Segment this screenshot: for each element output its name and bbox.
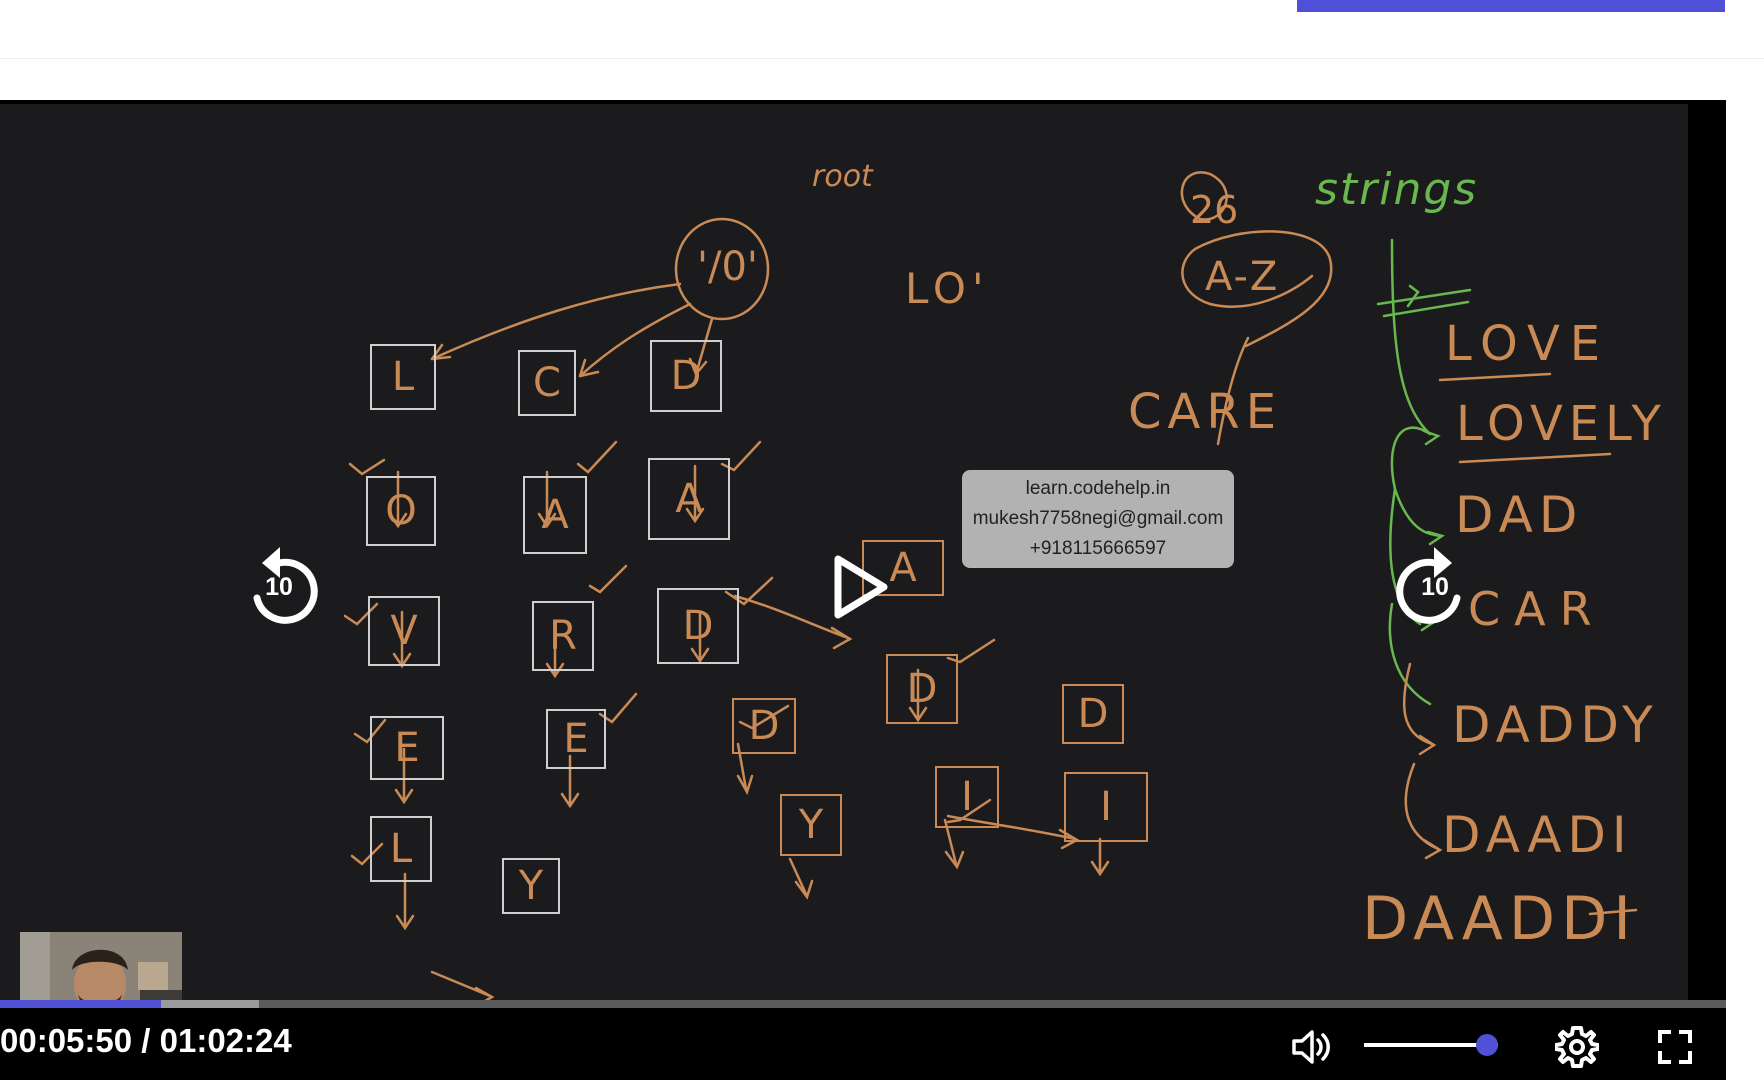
trie-node-box: O: [366, 476, 436, 546]
count-note: 26: [1190, 188, 1239, 232]
top-bar: [0, 0, 1764, 59]
fullscreen-icon[interactable]: [1657, 1029, 1693, 1065]
word-list-item: LOVE: [1445, 316, 1611, 372]
heading-strings: strings: [1315, 164, 1479, 215]
trie-node-box: Y: [502, 858, 560, 914]
trie-node-box: A: [523, 476, 587, 554]
trie-node-letter: D: [748, 703, 780, 749]
trie-node-letter: Y: [518, 863, 544, 909]
volume-icon[interactable]: [1290, 1026, 1332, 1068]
trie-node-box: I: [1064, 772, 1148, 842]
rewind-10-label: 10: [265, 573, 293, 601]
trie-node-letter: Y: [798, 802, 824, 848]
partial-word: LO': [905, 264, 990, 313]
trie-node-box: D: [886, 654, 958, 724]
seek-bar-played: [0, 1000, 161, 1008]
trie-node-box: C: [518, 350, 576, 416]
trie-node-letter: O: [385, 488, 417, 534]
trie-node-box: I: [935, 766, 999, 828]
watermark-line: +918115666597: [1029, 538, 1167, 559]
play-icon[interactable]: [832, 553, 890, 621]
trie-node-box: L: [370, 816, 432, 882]
trie-node-letter: D: [906, 666, 938, 712]
rewind-10-button[interactable]: 10: [240, 542, 318, 624]
root-note: root: [812, 159, 873, 194]
range-note: A-Z: [1205, 254, 1280, 300]
current-time: 00:05:50: [0, 1022, 133, 1059]
trie-node-box: R: [532, 601, 594, 671]
trie-node-letter: L: [391, 354, 415, 400]
word-list-item: DAADI: [1442, 806, 1633, 864]
watermark-line: learn.codehelp.in: [1025, 478, 1171, 499]
trie-node-letter: R: [549, 613, 577, 659]
word-list-item: DAD: [1455, 486, 1584, 544]
top-accent-button[interactable]: [1297, 0, 1725, 12]
root-label: '/0': [697, 244, 758, 290]
gear-icon[interactable]: [1555, 1025, 1599, 1069]
trie-node-letter: D: [682, 603, 714, 649]
trie-node-letter: A: [675, 476, 703, 522]
forward-10-button[interactable]: 10: [1396, 542, 1474, 624]
time-display: 00:05:50 / 01:02:24: [0, 1022, 292, 1060]
trie-node-box: A: [648, 458, 730, 540]
extra-word: CARE: [1128, 384, 1283, 440]
watermark-overlay: learn.codehelp.in mukesh7758negi@gmail.c…: [962, 470, 1234, 568]
trie-node-letter: D: [670, 353, 702, 399]
trie-node-letter: E: [563, 716, 589, 762]
watermark-line: mukesh7758negi@gmail.com: [972, 508, 1224, 529]
trie-node-box: Y: [780, 794, 842, 856]
trie-node-box: D: [732, 698, 796, 754]
seek-bar[interactable]: [0, 1000, 1726, 1008]
trie-node-box: V: [368, 596, 440, 666]
trie-node-box: L: [370, 344, 436, 410]
trie-node-letter: I: [961, 774, 973, 820]
forward-10-label: 10: [1421, 573, 1449, 601]
trie-node-letter: A: [889, 545, 917, 591]
time-separator: /: [132, 1022, 160, 1059]
trie-node-letter: D: [1077, 691, 1109, 737]
word-list-item: DADDY: [1452, 696, 1659, 754]
trie-node-box: D: [650, 340, 722, 412]
duration: 01:02:24: [159, 1022, 292, 1059]
trie-node-letter: I: [1100, 784, 1112, 830]
trie-node-letter: E: [394, 725, 420, 771]
trie-node-box: D: [657, 588, 739, 664]
trie-node-box: E: [370, 716, 444, 780]
trie-node-box: D: [1062, 684, 1124, 744]
word-list-item: LOVELY: [1456, 396, 1667, 452]
trie-node-letter: V: [390, 608, 418, 654]
trie-node-box: E: [546, 709, 606, 769]
trie-node-letter: C: [533, 360, 561, 406]
word-list-item: CAR: [1468, 582, 1606, 636]
trie-node-letter: A: [541, 492, 569, 538]
word-list-item: DAADDI: [1362, 884, 1638, 954]
trie-node-letter: L: [389, 826, 413, 872]
